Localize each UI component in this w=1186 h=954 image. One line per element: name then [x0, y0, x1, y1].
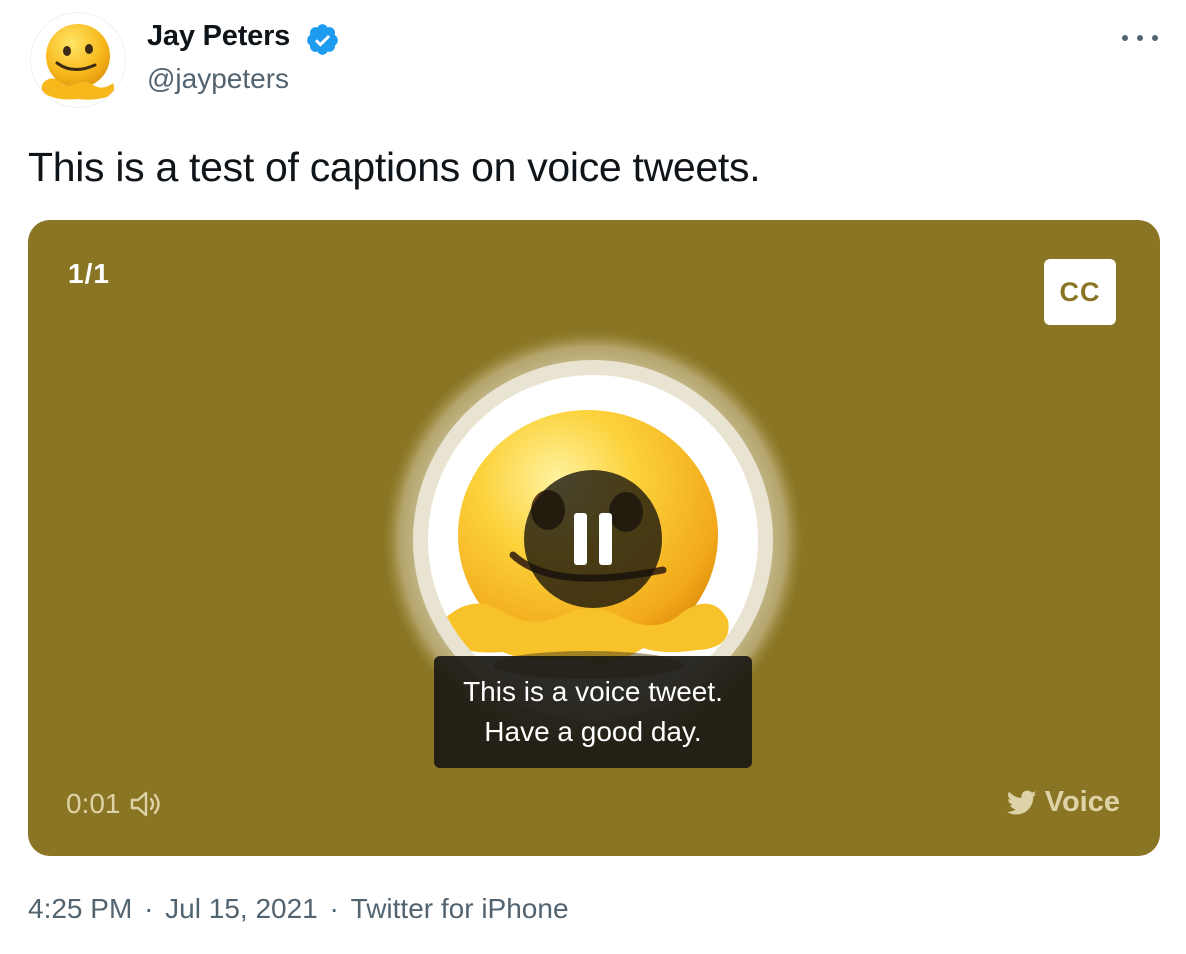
playback-time: 0:01	[66, 788, 163, 820]
twitter-bird-icon	[1006, 790, 1037, 814]
tweet-text: This is a test of captions on voice twee…	[28, 144, 761, 190]
pause-bar-icon	[599, 513, 612, 565]
tweet-date[interactable]: Jul 15, 2021	[165, 893, 318, 924]
more-options-icon[interactable]	[1122, 28, 1158, 48]
user-handle[interactable]: @jaypeters	[147, 63, 289, 95]
elapsed-time: 0:01	[66, 788, 121, 819]
avatar[interactable]	[30, 12, 126, 108]
separator: ·	[329, 893, 339, 924]
separator: ·	[144, 893, 154, 924]
voice-tweet-card[interactable]: 1/1 CC This is a voice tweet. Have a goo…	[28, 220, 1160, 856]
dot-icon	[1122, 35, 1128, 41]
voice-label-text: Voice	[1044, 786, 1120, 818]
voice-brand-label: Voice	[1006, 786, 1120, 819]
caption-line: This is a voice tweet.	[463, 676, 723, 707]
tweet-source[interactable]: Twitter for iPhone	[351, 893, 569, 924]
tweet-meta: 4:25 PM · Jul 15, 2021 · Twitter for iPh…	[28, 893, 569, 925]
pause-button[interactable]	[524, 470, 662, 608]
volume-icon[interactable]	[129, 789, 163, 819]
display-name[interactable]: Jay Peters	[147, 20, 290, 53]
captions-toggle-button[interactable]: CC	[1044, 259, 1116, 325]
tweet-time[interactable]: 4:25 PM	[28, 893, 132, 924]
media-counter: 1/1	[68, 258, 110, 289]
melting-face-emoji-icon	[41, 24, 115, 100]
dot-icon	[1137, 35, 1143, 41]
caption-line: Have a good day.	[484, 716, 702, 747]
pause-bar-icon	[574, 513, 587, 565]
caption-box: This is a voice tweet. Have a good day.	[434, 656, 752, 768]
dot-icon	[1152, 35, 1158, 41]
verified-badge-icon	[307, 24, 338, 55]
